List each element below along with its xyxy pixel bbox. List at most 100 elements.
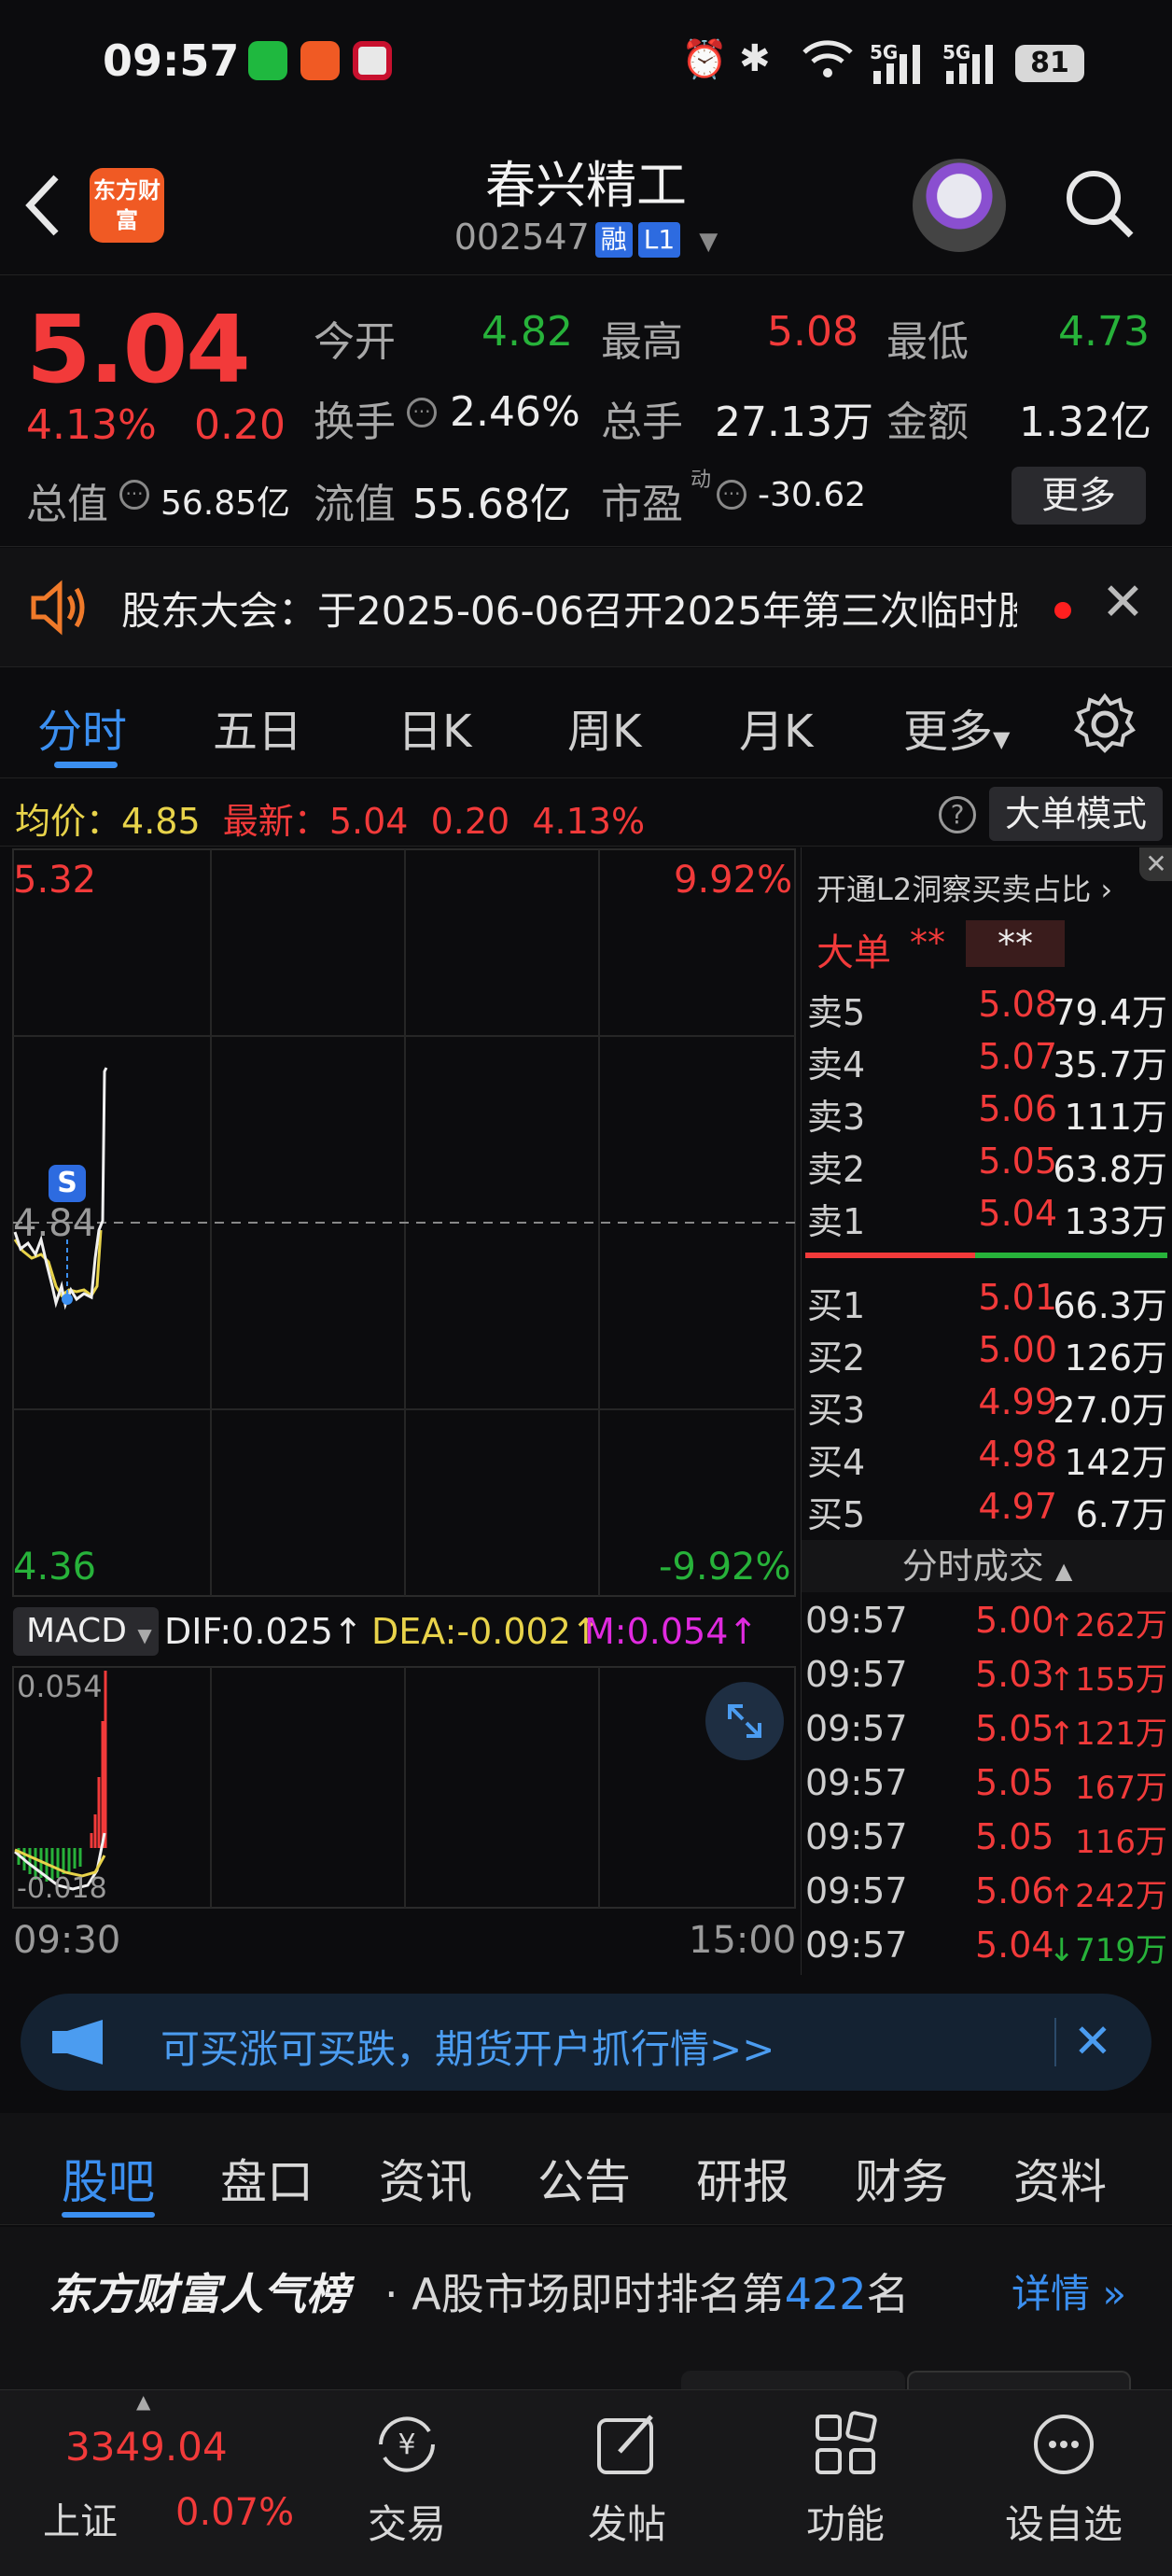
big-order-mode-button[interactable]: 大单模式 [989,787,1163,841]
turnover-label: 换手 [314,399,396,446]
popularity-rank-bar[interactable]: 东方财富人气榜 · A股市场即时排名第422名 详情 » [0,2227,1172,2339]
help-icon[interactable]: ? [939,796,976,833]
bid-row[interactable]: 买5 4.97 6.7万 [802,1486,1172,1538]
more-dots-icon [1028,2409,1099,2480]
ask-row[interactable]: 卖2 5.05 63.8万 [802,1141,1172,1193]
nav-add-watchlist[interactable]: 设自选 [989,2409,1138,2550]
trades-title[interactable]: 分时成交 ▲ [802,1540,1172,1592]
bid-row[interactable]: 买1 5.01 66.3万 [802,1277,1172,1329]
ask-row[interactable]: 卖5 5.08 79.4万 [802,984,1172,1036]
bid-label: 买3 [807,1390,866,1431]
index-value[interactable]: 3349.04 [65,2424,228,2470]
trade-price: 5.06 [975,1870,1054,1911]
trade-volume-value: 719万 [1075,1932,1167,1969]
robot-assistant-icon[interactable] [913,159,1006,252]
bid-volume: 142万 [1064,1442,1167,1483]
tab-forum[interactable]: 股吧 [62,2145,155,2212]
trade-price: 5.05 [975,1708,1054,1749]
more-quote-button[interactable]: 更多 [1012,467,1146,525]
ask-row[interactable]: 卖3 5.06 111万 [802,1088,1172,1141]
index-name: 上证 [43,2500,118,2543]
ask-price: 5.04 [978,1193,1057,1234]
pe-superscript: 动 [691,469,712,492]
trade-volume-value: 262万 [1075,1607,1167,1645]
info-icon[interactable]: ··· [717,480,746,510]
tab-research[interactable]: 研报 [696,2145,789,2212]
chevron-right-icon: › [1100,872,1113,907]
macd-chart[interactable]: 0.054 -0.018 [0,1665,799,1911]
nav-functions[interactable]: 功能 [771,2409,920,2550]
tab-five-day[interactable]: 五日 [213,694,302,760]
tab-announcements[interactable]: 公告 [537,2145,631,2212]
double-chevron-right-icon: » [1102,2271,1127,2317]
trade-price: 5.00 [975,1600,1054,1641]
order-book-panel: 开通L2洞察买卖占比 › ✕ 大单 ** ** 卖5 5.08 79.4万 卖4 5.… [801,847,1172,1975]
bid-row[interactable]: 买4 4.98 142万 [802,1434,1172,1486]
status-time: 09:57 [103,35,240,86]
macd-legend: MACD ▼ DIF:0.025↑ DEA:-0.002↑ M:0.054↑ [0,1602,799,1661]
dropdown-arrow-icon: ▼ [993,726,1011,752]
chart-top-percent: 9.92% [674,859,793,902]
tab-more[interactable]: 更多▼ [903,694,1010,760]
battery-indicator: 81 [1015,45,1084,82]
tab-weekly-k[interactable]: 周K [567,694,641,760]
tab-monthly-k[interactable]: 月K [739,694,813,760]
chevron-up-icon[interactable]: ▲ [136,2390,150,2413]
signal-2-icon [942,43,998,88]
nav-trade[interactable]: ¥ 交易 [332,2409,481,2550]
tab-market-depth[interactable]: 盘口 [220,2145,314,2212]
info-icon[interactable]: ··· [407,398,437,427]
big-order-label: 大单 [816,931,891,974]
section-tabs: 股吧 盘口 资讯 公告 研报 财务 资料 [0,2113,1172,2225]
amount-label: 金额 [886,399,969,446]
expand-icon[interactable] [705,1682,784,1760]
bid-label: 买2 [807,1337,866,1379]
bid-row[interactable]: 买2 5.00 126万 [802,1329,1172,1381]
info-icon[interactable]: ··· [119,480,149,510]
bid-row[interactable]: 买3 4.99 27.0万 [802,1381,1172,1434]
float-value: 55.68亿 [412,481,571,528]
bid-price: 5.00 [978,1329,1057,1370]
volume-label: 总手 [601,399,683,446]
close-icon[interactable]: ✕ [1139,847,1172,881]
intraday-chart[interactable]: 5.32 9.92% 4.84 S 4.36 -9.92% [0,847,799,1600]
tab-news[interactable]: 资讯 [379,2145,472,2212]
active-tab-indicator [54,762,118,768]
ask-row[interactable]: 卖4 5.07 35.7万 [802,1036,1172,1088]
notice-bar[interactable]: 股东大会：于2025-06-06召开2025年第三次临时股东大会 ✕ [0,548,1172,667]
chart-top-price: 5.32 [13,859,97,902]
ask-volume: 79.4万 [1053,992,1167,1033]
active-tab-indicator [62,2212,155,2218]
trade-row: 09:57 5.06 ↑242万 [802,1870,1172,1925]
trade-direction-icon: ↑ [1048,1715,1076,1753]
close-icon[interactable]: ✕ [1101,572,1145,633]
l2-insight-link[interactable]: 开通L2洞察买卖占比 › [816,866,1112,909]
stock-header: 东方财富 春兴精工 002547 融 L1 ▼ [0,131,1172,275]
bid-price: 4.99 [978,1381,1057,1422]
avg-value: 4.85 [121,801,201,842]
rank-suffix: 名 [866,2269,910,2319]
wifi-icon [801,39,855,84]
nav-post[interactable]: 发帖 [552,2409,702,2550]
rank-detail-link[interactable]: 详情 » [1012,2262,1126,2319]
trade-volume: ↑121万 [1049,1708,1167,1754]
ask-row[interactable]: 卖1 5.04 133万 [802,1193,1172,1245]
tab-profile[interactable]: 资料 [1013,2145,1107,2212]
indicator-selector-label: MACD [26,1612,127,1650]
trade-time: 09:57 [805,1762,908,1803]
bid-price: 4.97 [978,1486,1057,1527]
promo-banner[interactable]: 可买涨可买跌，期货开户抓行情>> ✕ [21,1994,1151,2091]
tab-daily-k[interactable]: 日K [398,694,471,760]
indicator-selector[interactable]: MACD ▼ [13,1607,159,1656]
tab-financials[interactable]: 财务 [855,2145,948,2212]
settings-icon[interactable] [1073,693,1137,760]
sort-up-icon: ▲ [1054,1558,1073,1584]
trade-price: 5.03 [975,1654,1054,1695]
bid-price: 4.98 [978,1434,1057,1475]
search-icon[interactable] [1064,168,1135,239]
trade-marker-s[interactable]: S [49,1165,86,1202]
tab-intraday[interactable]: 分时 [37,694,127,760]
bid-volume: 126万 [1064,1337,1167,1379]
close-icon[interactable]: ✕ [1073,2014,1112,2068]
status-bar: 09:57 ⏰ ✱ 5G 5G 81 [0,0,1172,131]
